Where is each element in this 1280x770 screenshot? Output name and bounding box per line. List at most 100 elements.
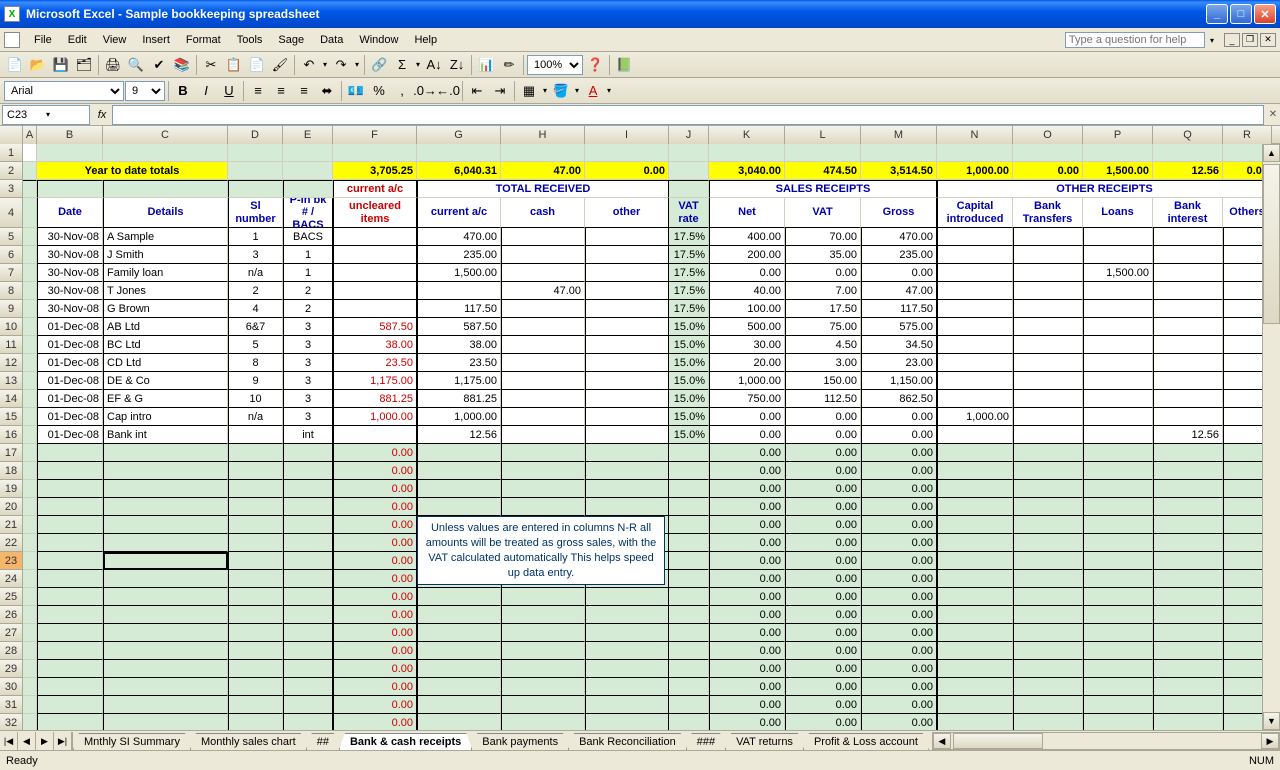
cell[interactable]: 0.00: [785, 516, 861, 534]
cell[interactable]: J Smith: [103, 246, 228, 264]
cell[interactable]: 15.0%: [669, 408, 709, 426]
cell[interactable]: 1,500.00: [1083, 264, 1153, 282]
cell[interactable]: [585, 678, 669, 696]
cell[interactable]: [937, 480, 1013, 498]
cell[interactable]: [1013, 228, 1083, 246]
col-header-N[interactable]: N: [937, 126, 1013, 144]
cell[interactable]: 3,705.25: [333, 162, 417, 180]
cell[interactable]: 0.00: [1013, 162, 1083, 180]
cell[interactable]: 2: [283, 300, 333, 318]
scroll-left-icon[interactable]: ◀: [933, 733, 951, 749]
decrease-indent-icon[interactable]: ⇤: [466, 80, 488, 102]
cell[interactable]: [937, 462, 1013, 480]
cell[interactable]: [1083, 408, 1153, 426]
cell[interactable]: [333, 246, 417, 264]
scroll-right-icon[interactable]: ▶: [1261, 733, 1279, 749]
cell[interactable]: [1013, 336, 1083, 354]
cell[interactable]: uncleared items: [333, 198, 417, 228]
cell[interactable]: 17.50: [785, 300, 861, 318]
cell[interactable]: 0.00: [861, 552, 937, 570]
vertical-scrollbar[interactable]: ▲ ▼: [1262, 144, 1280, 730]
cell[interactable]: [37, 462, 103, 480]
cell[interactable]: 8: [228, 354, 283, 372]
cell[interactable]: [417, 498, 501, 516]
cell[interactable]: [585, 390, 669, 408]
cell[interactable]: Cap intro: [103, 408, 228, 426]
menu-file[interactable]: File: [26, 32, 60, 48]
cell[interactable]: [37, 588, 103, 606]
cell[interactable]: [417, 444, 501, 462]
cell[interactable]: n/a: [228, 408, 283, 426]
cell[interactable]: [1083, 246, 1153, 264]
format-painter-icon[interactable]: 🖌: [269, 54, 291, 76]
cell[interactable]: 2: [283, 282, 333, 300]
menu-window[interactable]: Window: [351, 32, 406, 48]
cell[interactable]: [103, 696, 228, 714]
cell[interactable]: [37, 480, 103, 498]
cell[interactable]: 0.00: [709, 462, 785, 480]
cell[interactable]: [1013, 390, 1083, 408]
sort-asc-icon[interactable]: A↓: [423, 54, 445, 76]
cell[interactable]: 15.0%: [669, 318, 709, 336]
align-center-icon[interactable]: ≡: [270, 80, 292, 102]
close-button[interactable]: ✕: [1254, 4, 1276, 24]
font-select[interactable]: Arial: [4, 81, 124, 101]
cell[interactable]: current a/c: [333, 180, 417, 198]
minimize-button[interactable]: _: [1206, 4, 1228, 24]
cell[interactable]: [37, 570, 103, 588]
cell[interactable]: [103, 624, 228, 642]
cell[interactable]: [1083, 444, 1153, 462]
cell[interactable]: [23, 462, 37, 480]
cell[interactable]: [417, 606, 501, 624]
cell[interactable]: [103, 660, 228, 678]
percent-icon[interactable]: %: [368, 80, 390, 102]
cell[interactable]: [37, 552, 103, 570]
cell[interactable]: [585, 606, 669, 624]
cell[interactable]: 1,500.00: [1083, 162, 1153, 180]
cell[interactable]: [1153, 144, 1223, 162]
sheet-tab[interactable]: Bank payments: [471, 733, 569, 750]
cell[interactable]: [501, 390, 585, 408]
cell[interactable]: 23.00: [861, 354, 937, 372]
cell[interactable]: other: [585, 198, 669, 228]
cell[interactable]: [501, 372, 585, 390]
cell[interactable]: 47.00: [501, 282, 585, 300]
cell[interactable]: 0.00: [709, 480, 785, 498]
cell[interactable]: 0.00: [861, 408, 937, 426]
cell[interactable]: [585, 426, 669, 444]
cell[interactable]: [501, 714, 585, 730]
cell[interactable]: 0.00: [785, 462, 861, 480]
sheet-tab[interactable]: VAT returns: [725, 733, 804, 750]
namebox-dropdown-icon[interactable]: ▾: [44, 110, 85, 119]
cell[interactable]: [37, 444, 103, 462]
cell[interactable]: [228, 714, 283, 730]
cell[interactable]: [103, 498, 228, 516]
cell[interactable]: [228, 462, 283, 480]
cell[interactable]: 0.00: [785, 624, 861, 642]
cell[interactable]: [23, 516, 37, 534]
cell[interactable]: 17.5%: [669, 228, 709, 246]
cell[interactable]: [1083, 144, 1153, 162]
cell[interactable]: [501, 696, 585, 714]
cell[interactable]: 0.00: [861, 678, 937, 696]
print-icon[interactable]: 🖨: [102, 54, 124, 76]
cell[interactable]: Bank interest: [1153, 198, 1223, 228]
menu-format[interactable]: Format: [178, 32, 229, 48]
cell[interactable]: 0.00: [333, 588, 417, 606]
cell[interactable]: [103, 642, 228, 660]
row-header[interactable]: 30: [0, 678, 23, 696]
cell[interactable]: [103, 606, 228, 624]
cell[interactable]: [709, 144, 785, 162]
cell[interactable]: [1153, 408, 1223, 426]
cell[interactable]: [228, 426, 283, 444]
cell[interactable]: [585, 300, 669, 318]
cell[interactable]: [1153, 498, 1223, 516]
cell[interactable]: 01-Dec-08: [37, 390, 103, 408]
cell[interactable]: 0.00: [709, 714, 785, 730]
cell[interactable]: 23.50: [417, 354, 501, 372]
help-icon[interactable]: ❓: [584, 54, 606, 76]
cell[interactable]: [1083, 588, 1153, 606]
cell[interactable]: [1013, 354, 1083, 372]
cell[interactable]: [585, 462, 669, 480]
cell[interactable]: [1153, 642, 1223, 660]
